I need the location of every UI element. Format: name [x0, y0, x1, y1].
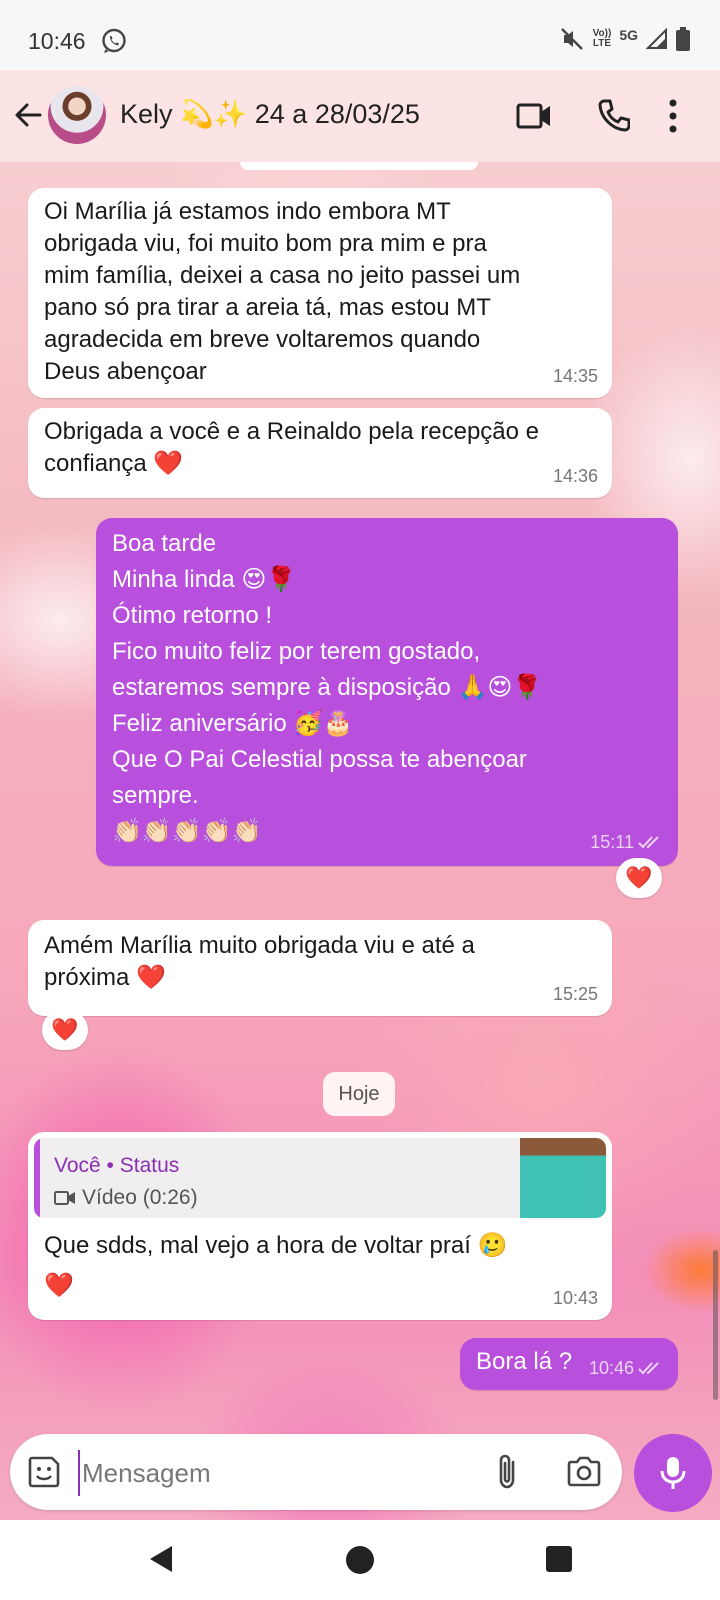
back-arrow-icon[interactable] — [12, 99, 44, 131]
message-text: Boa tarde Minha linda 😍🌹 Ótimo retorno !… — [112, 530, 543, 845]
attach-icon[interactable] — [493, 1452, 521, 1492]
scrollbar[interactable] — [713, 1250, 718, 1400]
message-outgoing[interactable]: Bora lá ? 10:46 — [460, 1338, 678, 1390]
status-bar: 10:46 Vo)) LTE 5G — [0, 0, 720, 70]
message-time-status: 10:46 — [589, 1352, 664, 1384]
message-incoming[interactable]: Oi Marília já estamos indo embora MT obr… — [28, 188, 612, 398]
read-receipt-icon — [638, 836, 659, 849]
camera-icon[interactable] — [566, 1454, 602, 1488]
message-text: Que sdds, mal vejo a hora de voltar praí… — [44, 1232, 508, 1299]
microphone-icon — [660, 1457, 686, 1489]
contact-name[interactable]: Kely 💫✨ 24 a 28/03/25 — [120, 98, 420, 130]
date-divider: Hoje — [323, 1072, 395, 1116]
message-list[interactable]: Oi Marília já estamos indo embora MT obr… — [0, 162, 720, 1434]
message-time: 10:46 — [588, 1358, 634, 1378]
voice-call-icon[interactable] — [598, 98, 630, 132]
nav-home-icon[interactable] — [346, 1546, 374, 1574]
read-receipt-icon — [638, 1362, 659, 1375]
quote-subtitle-row: Vídeo (0:26) — [54, 1182, 198, 1214]
sticker-icon[interactable] — [26, 1454, 62, 1490]
quote-subtitle: Vídeo (0:26) — [82, 1186, 198, 1209]
message-text: Obrigada a você e a Reinaldo pela recepç… — [44, 418, 539, 477]
network-type: 5G — [619, 27, 638, 43]
nav-back-icon[interactable] — [148, 1544, 174, 1574]
partial-message — [240, 162, 478, 170]
signal-icon — [646, 28, 667, 49]
quote-accent-bar — [34, 1138, 40, 1218]
message-input[interactable] — [78, 1450, 464, 1496]
message-time: 10:43 — [552, 1288, 598, 1308]
message-composer — [10, 1434, 622, 1510]
message-text: Amém Marília muito obrigada viu e até a … — [44, 932, 475, 991]
message-incoming[interactable]: Obrigada a você e a Reinaldo pela recepç… — [28, 408, 612, 498]
message-time: 14:36 — [552, 466, 598, 486]
video-icon — [54, 1191, 75, 1205]
message-time: 15:25 — [552, 984, 598, 1004]
message-time-status: 15:11 — [590, 824, 664, 860]
chat-header: Kely 💫✨ 24 a 28/03/25 — [0, 70, 720, 162]
nav-recents-icon[interactable] — [546, 1546, 572, 1572]
status-time: 10:46 — [28, 28, 86, 54]
message-outgoing[interactable]: Boa tarde Minha linda 😍🌹 Ótimo retorno !… — [96, 518, 678, 866]
status-thumbnail — [520, 1138, 606, 1218]
status-icons: Vo)) LTE 5G — [559, 26, 690, 52]
battery-icon — [676, 27, 690, 51]
voice-message-button[interactable] — [634, 1434, 712, 1512]
quote-author: Você • Status — [54, 1154, 180, 1177]
message-time: 14:35 — [552, 366, 598, 386]
quoted-status[interactable]: Você • Status Vídeo (0:26) — [34, 1138, 606, 1218]
contact-avatar[interactable] — [48, 86, 106, 144]
message-incoming-reply[interactable]: Você • Status Vídeo (0:26) Que sdds, mal… — [28, 1132, 612, 1320]
more-options-icon[interactable] — [668, 98, 678, 134]
message-text: Oi Marília já estamos indo embora MT obr… — [44, 198, 521, 385]
whatsapp-icon — [102, 28, 126, 53]
reaction-badge[interactable]: ❤️ — [42, 1010, 88, 1050]
message-time: 15:11 — [590, 832, 634, 852]
mute-icon — [560, 28, 583, 50]
system-nav-bar — [0, 1520, 720, 1600]
video-call-icon[interactable] — [516, 100, 552, 132]
volte-indicator: Vo)) LTE — [592, 28, 612, 49]
reaction-badge[interactable]: ❤️ — [616, 858, 662, 898]
message-incoming[interactable]: Amém Marília muito obrigada viu e até a … — [28, 920, 612, 1016]
